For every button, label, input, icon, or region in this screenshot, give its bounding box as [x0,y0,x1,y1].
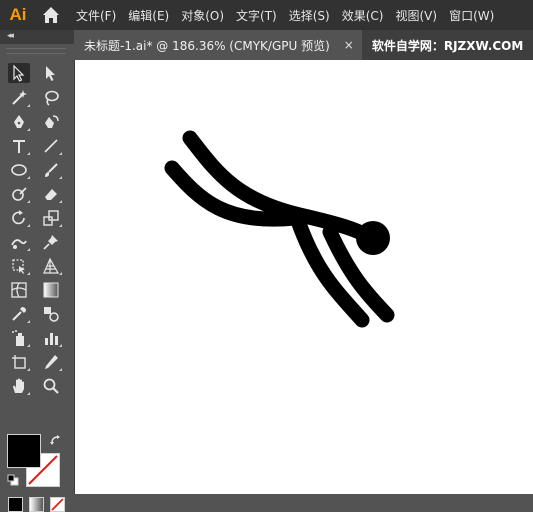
menu-object[interactable]: 对象(O) [181,7,224,24]
menu-view[interactable]: 视图(V) [395,7,437,24]
menu-select[interactable]: 选择(S) [289,7,330,24]
magic-wand-tool[interactable] [8,88,30,108]
mesh-tool[interactable] [8,280,30,300]
panel-grip[interactable] [6,48,66,54]
tab-document-label: 未标题-1.ai* @ 186.36% (CMYK/GPU 预览) [84,38,330,53]
column-graph-icon [45,333,58,345]
lasso-icon [45,90,59,106]
symbol-sprayer-icon [12,330,24,346]
scale-icon [43,210,59,226]
pin-tool[interactable] [40,232,62,252]
perspective-grid-icon [43,257,60,274]
puppet-warp-icon [11,239,27,249]
app-logo: Ai [9,5,27,24]
menu-type[interactable]: 文字(T) [236,7,277,24]
shaper-tool[interactable] [8,184,30,204]
direct-selection-icon [46,66,55,81]
pen-tool[interactable] [8,112,30,132]
rotate-icon [12,210,25,225]
color-mode-row [8,497,65,512]
none-slash-icon [51,498,64,511]
rotate-tool[interactable] [8,208,30,228]
zoom-icon [43,378,59,394]
symbol-sprayer-tool[interactable] [8,328,30,348]
paintbrush-tool[interactable] [40,160,62,180]
menu-bar: Ai 文件(F) 编辑(E) 对象(O) 文字(T) 选择(S) 效果(C) 视… [0,0,533,30]
zoom-tool[interactable] [40,376,62,396]
lasso-tool[interactable] [40,88,62,108]
gradient-mode-button[interactable] [29,497,44,512]
collapse-icon[interactable]: ◂◂ [7,31,14,41]
pen-icon [14,115,24,128]
tools-panel: ◂◂ [0,30,75,512]
type-tool[interactable] [8,136,30,156]
document-tab-bar: 未标题-1.ai* @ 186.36% (CMYK/GPU 预览) × 软件自学… [74,30,533,60]
direct-selection-tool[interactable] [40,63,62,83]
mesh-icon [11,282,27,298]
stick-figure-artwork[interactable] [75,60,533,494]
none-mode-button[interactable] [50,497,65,512]
ellipse-tool[interactable] [8,160,30,180]
slice-tool[interactable] [40,352,62,372]
puppet-warp-tool[interactable] [8,232,30,252]
swap-fill-stroke-icon[interactable] [49,434,63,448]
tab-website-label: 软件自学网：RJZXW.COM [371,38,524,53]
eraser-icon [45,189,57,200]
selection-tool[interactable] [8,63,30,83]
artboard-canvas[interactable] [75,60,533,494]
slice-icon [45,355,58,369]
color-mode-button[interactable] [8,497,23,512]
tools-panel-header: ◂◂ [0,30,74,44]
eraser-tool[interactable] [40,184,62,204]
curvature-pen-icon [45,115,59,128]
hand-tool[interactable] [8,376,30,396]
close-tab-icon[interactable]: × [344,38,354,52]
line-segment-tool[interactable] [40,136,62,156]
paintbrush-icon [45,163,58,177]
artboard-tool[interactable] [8,352,30,372]
selection-arrow-icon [13,64,25,82]
scale-tool[interactable] [40,208,62,228]
gradient-tool[interactable] [40,280,62,300]
gradient-icon [43,282,59,298]
ellipse-icon [11,164,27,176]
pin-icon [43,235,58,250]
column-graph-tool[interactable] [40,328,62,348]
free-transform-tool[interactable] [8,256,30,276]
menu-effect[interactable]: 效果(C) [342,7,384,24]
perspective-grid-tool[interactable] [40,256,62,276]
tab-document[interactable]: 未标题-1.ai* @ 186.36% (CMYK/GPU 预览) × [74,30,362,60]
hand-icon [13,378,24,393]
menu-file[interactable]: 文件(F) [76,7,116,24]
blend-icon [44,307,59,322]
menu-edit[interactable]: 编辑(E) [128,7,169,24]
artboard-icon [12,355,26,369]
eyedropper-icon [12,307,26,321]
menu-window[interactable]: 窗口(W) [449,7,494,24]
tab-website[interactable]: 软件自学网：RJZXW.COM [362,30,531,60]
free-transform-icon [12,259,25,274]
eyedropper-tool[interactable] [8,304,30,324]
magic-wand-icon [12,90,27,105]
line-segment-icon [44,139,58,153]
default-colors-icon[interactable] [7,474,19,486]
home-icon[interactable] [40,4,62,26]
shaper-icon [12,187,27,201]
blend-tool[interactable] [40,304,62,324]
curvature-tool[interactable] [40,112,62,132]
type-icon [13,140,25,153]
head-circle [356,221,390,255]
fill-swatch[interactable] [7,434,41,468]
